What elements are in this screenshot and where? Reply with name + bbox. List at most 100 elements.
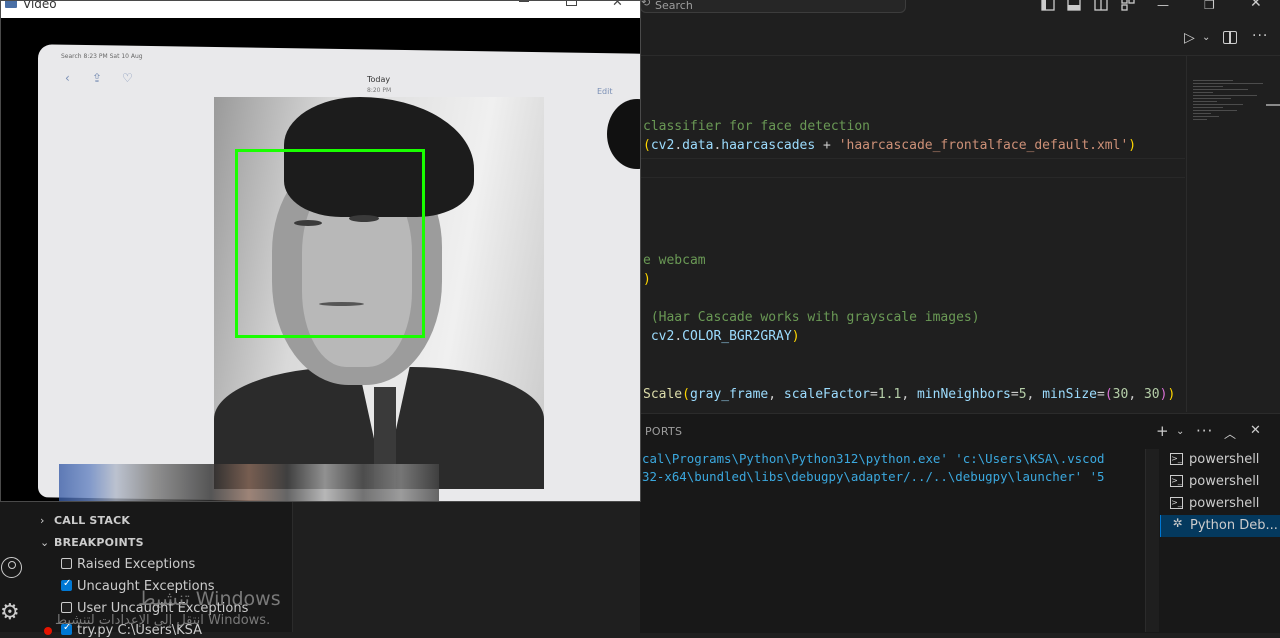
terminal-icon: >_: [1170, 453, 1183, 465]
checkbox[interactable]: [61, 602, 72, 613]
tab-ports[interactable]: PORTS: [645, 425, 682, 438]
video-window[interactable]: Video ✕ Search 8:23 PM Sat 10 Aug ‹ ⇪ ♡ …: [0, 0, 641, 502]
terminal-icon: >_: [1170, 497, 1183, 509]
code-token: classifier for face detection: [643, 119, 870, 134]
more-actions-icon[interactable]: ···: [1252, 28, 1268, 44]
code-token: data: [682, 138, 714, 153]
window-close-icon[interactable]: ✕: [1250, 0, 1262, 12]
breakpoint-dot-icon: [44, 627, 52, 635]
code-token: gray_frame: [689, 387, 769, 402]
terminal-icon: >_: [1170, 475, 1183, 487]
customize-layout-icon: [1121, 0, 1128, 4]
command-search-box[interactable]: ⟲ Search: [640, 0, 906, 13]
code-line: (Haar Cascade works with grayscale image…: [643, 310, 980, 325]
code-token: .: [674, 329, 683, 344]
code-token: ,: [1026, 387, 1043, 402]
code-token: 30: [1143, 387, 1160, 402]
code-token: ,: [768, 387, 784, 402]
maximize-panel-icon[interactable]: ︿: [1224, 425, 1236, 442]
code-token: 1.1: [877, 387, 902, 402]
run-python-file-icon[interactable]: ▷: [1184, 30, 1195, 46]
code-line: classifier for face detection: [643, 119, 870, 134]
terminal-list: >_ powershell >_ powershell >_ powershell ✲…: [1160, 449, 1280, 537]
more-actions-icon[interactable]: ···: [1196, 422, 1213, 440]
code-token: e webcam: [643, 253, 706, 268]
close-icon[interactable]: ✕: [612, 1, 623, 10]
code-token: haarcascades: [721, 138, 816, 153]
activation-watermark-title: تنشيط Windows: [138, 588, 281, 610]
code-token: (: [682, 387, 690, 402]
code-line: (cv2.data.haarcascades + 'haarcascade_fr…: [643, 138, 1136, 153]
code-token: (Haar Cascade works with grayscale image…: [643, 310, 980, 325]
tablet-filmstrip: [59, 464, 439, 501]
terminal-output[interactable]: cal\Programs\Python\Python312\python.exe…: [642, 450, 1105, 485]
code-token: cv2: [650, 138, 675, 153]
terminal-item[interactable]: ✲ Python Deb...: [1160, 515, 1280, 537]
terminal-item-label: powershell: [1189, 474, 1260, 489]
back-icon: ‹: [65, 71, 70, 85]
activation-watermark-text: انتقل إلى الإعدادات لتنشيط Windows.: [55, 613, 271, 628]
tablet-status-bar: Search 8:23 PM Sat 10 Aug: [61, 53, 143, 60]
window-minimize-icon[interactable]: —: [1157, 0, 1171, 14]
code-token: COLOR_BGR2GRAY: [682, 329, 792, 344]
video-window-title: Video: [23, 0, 57, 11]
breakpoint-item[interactable]: Raised Exceptions: [61, 557, 195, 572]
split-editor-icon[interactable]: [1223, 31, 1237, 44]
breakpoints-section[interactable]: ⌄ BREAKPOINTS: [40, 536, 144, 549]
close-panel-icon[interactable]: ✕: [1250, 423, 1261, 438]
code-editor[interactable]: classifier for face detection (cv2.data.…: [640, 56, 1185, 412]
minimize-icon[interactable]: [519, 1, 529, 2]
new-terminal-icon[interactable]: +: [1156, 422, 1169, 440]
terminal-item-label: powershell: [1189, 452, 1260, 467]
face-detection-box: [235, 149, 425, 338]
terminal-item[interactable]: >_ powershell: [1160, 449, 1280, 471]
share-icon: ⇪: [92, 71, 103, 85]
search-placeholder: Search: [655, 0, 693, 12]
code-token: =: [1097, 387, 1105, 402]
code-token: ,: [1128, 387, 1144, 402]
terminal-item-label: Python Deb...: [1190, 518, 1278, 533]
code-token: ): [1167, 387, 1176, 402]
chevron-down-icon[interactable]: ⌄: [1202, 32, 1210, 43]
breakpoint-label: Raised Exceptions: [77, 557, 196, 572]
code-token: ): [643, 272, 651, 287]
section-label: CALL STACK: [54, 514, 131, 527]
code-token: =: [1010, 387, 1019, 402]
code-token: =: [870, 387, 878, 402]
gear-icon[interactable]: ⚙: [0, 600, 20, 625]
code-token: .: [674, 138, 683, 153]
call-stack-section[interactable]: › CALL STACK: [40, 514, 130, 527]
code-token: ): [1128, 138, 1137, 153]
code-token: minNeighbors: [916, 387, 1011, 402]
window-restore-icon[interactable]: ❐: [1204, 0, 1215, 14]
terminal-item[interactable]: >_ powershell: [1160, 493, 1280, 515]
video-window-titlebar[interactable]: Video ✕: [1, 0, 640, 18]
terminal-line: cal\Programs\Python\Python312\python.exe…: [642, 451, 1105, 466]
code-token: scaleFactor: [783, 387, 870, 402]
code-token: 30: [1112, 387, 1129, 402]
terminal-item-label: powershell: [1189, 496, 1260, 511]
terminal-line: 32-x64\bundled\libs\debugpy\adapter/../.…: [642, 468, 1105, 484]
checkbox[interactable]: [61, 578, 72, 591]
account-icon[interactable]: [1, 557, 22, 578]
chevron-right-icon: ›: [40, 514, 45, 527]
minimap[interactable]: [1186, 56, 1267, 412]
tablet-edit-label: Edit: [597, 87, 613, 96]
tablet-photo-title: Today: [367, 75, 391, 84]
code-token: Scale: [643, 387, 683, 402]
code-line: cv2.COLOR_BGR2GRAY): [643, 329, 800, 344]
terminal-divider: [1145, 449, 1159, 632]
maximize-icon[interactable]: [566, 1, 577, 6]
search-icon: ⟲: [641, 0, 651, 9]
chevron-down-icon: ⌄: [40, 536, 50, 549]
terminal-item[interactable]: >_ powershell: [1160, 471, 1280, 493]
code-token: (: [1104, 387, 1113, 402]
code-token: 5: [1018, 387, 1027, 402]
code-token: minSize: [1042, 387, 1097, 402]
layout-controls: [1041, 0, 1135, 11]
scrollbar-marker[interactable]: [1266, 104, 1280, 106]
chevron-down-icon[interactable]: ⌄: [1176, 426, 1184, 437]
app-icon: [5, 1, 17, 8]
checkbox[interactable]: [61, 558, 72, 569]
tablet-photo-time: 8:20 PM: [367, 87, 392, 94]
